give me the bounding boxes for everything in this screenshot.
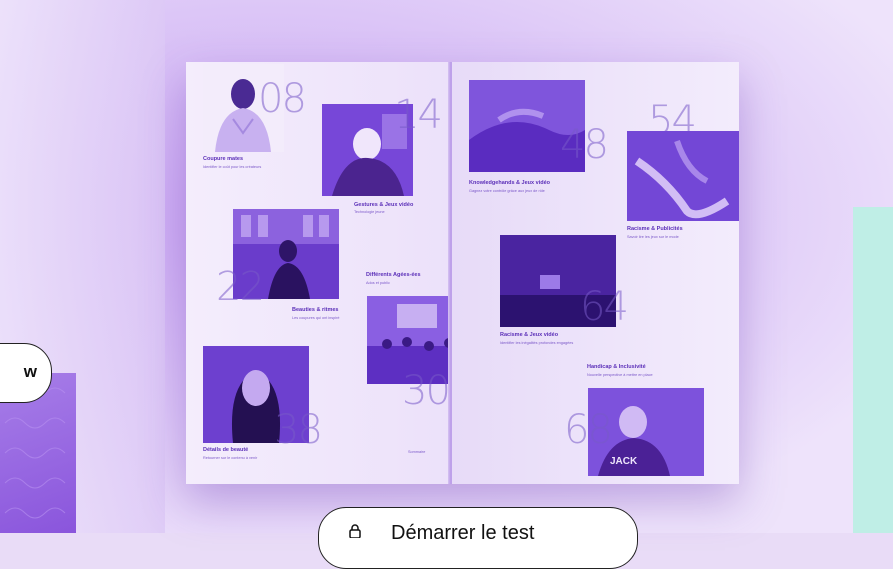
article-subtitle: Les coupures qui ont inspiré: [292, 316, 340, 320]
article-subtitle: Ados et public: [366, 281, 390, 285]
left-nav-label: w: [23, 362, 37, 381]
lock-icon: [349, 524, 361, 538]
page-number: 48: [560, 122, 609, 168]
page-number: 68: [564, 407, 613, 453]
article-title: Détails de beauté: [203, 447, 249, 453]
page-number: 08: [258, 76, 307, 122]
article-title: Différents Agées-ées: [366, 272, 421, 278]
article-subtitle: Gagnez votre contrôle grâce aux jeux de …: [469, 189, 545, 193]
article-subtitle: Savoir lire les jeux sur le mode: [627, 235, 679, 239]
article-subtitle: Identifier le coût pour les créateurs: [203, 165, 262, 169]
article-title: Coupure mates: [203, 156, 244, 162]
article-subtitle: Technologie jeune: [354, 210, 385, 214]
teal-side-panel: [853, 207, 893, 533]
start-test-button[interactable]: Démarrer le test: [318, 507, 638, 569]
page-number: 30: [402, 368, 451, 414]
article-subtitle: Retourner sur le contenu à venir: [203, 456, 258, 460]
article-title: Racisme & Jeux vidéo: [500, 332, 559, 338]
photo-caption: JACK: [610, 456, 638, 467]
article-subtitle: Identifier les inégalités profondes enga…: [500, 341, 574, 345]
left-page: 08 Coupure mates Identifier le coût pour…: [186, 62, 471, 484]
photo-racisme: [627, 131, 739, 221]
page-number: 14: [394, 92, 443, 138]
article-title: Knowledgehands & Jeux vidéo: [469, 180, 550, 186]
page-number: 22: [216, 264, 265, 310]
article-title: Beauties & ritmes: [292, 307, 339, 313]
page-number: 64: [580, 284, 629, 330]
article-title: Handicap & Inclusivité: [587, 364, 646, 370]
manicure-photo-icon: [627, 131, 739, 221]
magazine-spread: 08 Coupure mates Identifier le coût pour…: [186, 62, 739, 484]
left-nav-button[interactable]: w: [0, 343, 52, 403]
article-title: Gestures & Jeux vidéo: [354, 202, 414, 208]
page-number: 38: [274, 407, 323, 453]
start-test-label: Démarrer le test: [391, 522, 535, 544]
right-page: 48 Knowledgehands & Jeux vidéo Gagnez vo…: [452, 62, 739, 484]
article-subtitle: Nouvelle perspective à mettre en place: [587, 373, 653, 377]
article-title: Racisme & Publicités: [627, 226, 683, 232]
page-footer: Sommaire: [408, 450, 426, 454]
